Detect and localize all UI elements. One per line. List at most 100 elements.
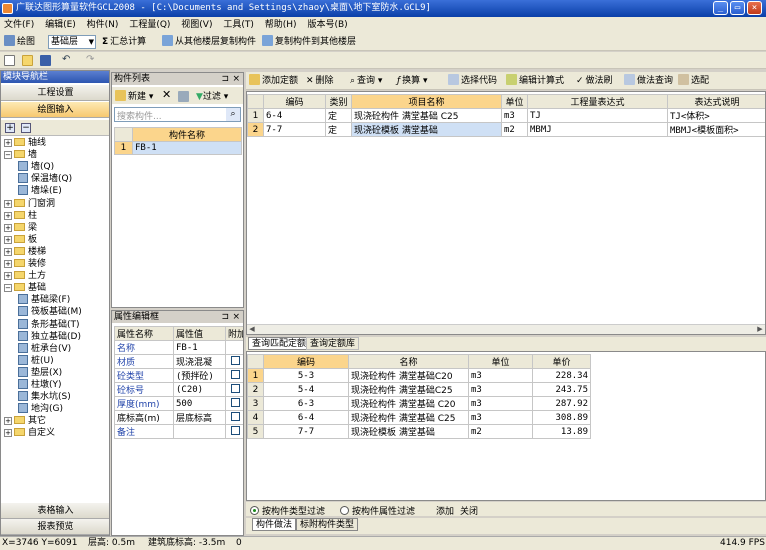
expand-icon[interactable]: +: [4, 272, 12, 281]
scroll-right-icon[interactable]: ▶: [755, 325, 765, 334]
collapse-icon[interactable]: −: [4, 284, 12, 293]
unit-cell[interactable]: m2: [501, 122, 528, 137]
lib-name-cell[interactable]: 现浇砼模板 满堂基础: [348, 424, 469, 439]
pin-icon[interactable]: ⊐: [221, 311, 229, 323]
redo-icon[interactable]: ↷: [86, 54, 94, 65]
expand-icon[interactable]: +: [4, 211, 12, 220]
property-value[interactable]: 层底标高: [173, 410, 226, 425]
tree-folder[interactable]: + 其它: [4, 415, 46, 427]
close-panel-button[interactable]: 关闭: [460, 504, 478, 517]
collapse-all-icon[interactable]: −: [21, 123, 31, 133]
expand-icon[interactable]: +: [4, 235, 12, 244]
property-row[interactable]: 砼标号 (C20): [114, 382, 243, 397]
expand-icon[interactable]: +: [4, 260, 12, 268]
menu-view[interactable]: 视图(V): [177, 17, 216, 33]
delete-button[interactable]: ✕ 删除: [306, 74, 334, 88]
menu-quantity[interactable]: 工程量(Q): [125, 17, 174, 33]
tab-match-quota[interactable]: 查询匹配定额: [248, 337, 311, 350]
tree-folder[interactable]: + 柱: [4, 210, 37, 222]
method-query-button[interactable]: 做法查询: [624, 74, 673, 88]
unit-cell[interactable]: m3: [501, 108, 528, 123]
search-icon[interactable]: ⌕: [226, 108, 240, 121]
collapse-icon[interactable]: −: [4, 151, 12, 160]
expression-cell[interactable]: TJ: [527, 108, 668, 123]
component-name-cell[interactable]: FB-1: [132, 141, 242, 155]
tree-item[interactable]: 独立基础(D): [18, 330, 81, 343]
filter-button[interactable]: ▼过滤 ▾: [196, 89, 228, 102]
add-button[interactable]: 添加: [436, 504, 454, 517]
close-icon[interactable]: ×: [232, 311, 240, 323]
expand-all-icon[interactable]: +: [5, 123, 15, 133]
menu-help[interactable]: 帮助(H): [261, 17, 301, 33]
menu-edit[interactable]: 编辑(E): [41, 17, 80, 33]
pin-icon[interactable]: ⊐: [221, 73, 229, 85]
library-row[interactable]: 5 7-7 现浇砼模板 满堂基础 m2 13.89: [247, 424, 591, 439]
lib-code-cell[interactable]: 7-7: [263, 424, 349, 439]
expand-icon[interactable]: +: [4, 223, 12, 232]
tab-quota-library[interactable]: 查询定额库: [306, 337, 360, 350]
lib-code-cell[interactable]: 5-3: [263, 368, 349, 383]
new-component-button[interactable]: 新建 ▾: [115, 89, 153, 102]
close-icon[interactable]: ×: [232, 73, 240, 85]
copy-from-floor-button[interactable]: 从其他楼层复制构件: [162, 35, 256, 49]
component-search-field[interactable]: 搜索构件... ⌕: [114, 107, 241, 122]
minimize-button[interactable]: _: [713, 1, 728, 15]
tree-item[interactable]: 墙(Q): [18, 161, 54, 173]
attach-checkbox[interactable]: [231, 355, 240, 365]
tree-item[interactable]: 基础梁(F): [18, 294, 70, 306]
draw-button[interactable]: 绘图: [4, 35, 35, 49]
match-button[interactable]: 选配: [678, 74, 709, 88]
draw-input-button[interactable]: 绘图输入: [1, 102, 109, 118]
property-row[interactable]: 底标高(m) 层底标高: [114, 410, 243, 425]
copy-icon[interactable]: [178, 91, 189, 102]
attach-checkbox[interactable]: [231, 411, 240, 421]
library-row[interactable]: 4 6-4 现浇砼构件 满堂基础 C25 m3 308.89: [247, 410, 591, 425]
project-settings-button[interactable]: 工程设置: [1, 85, 109, 101]
property-value[interactable]: 500: [173, 396, 226, 411]
restore-button[interactable]: ▭: [730, 1, 745, 15]
select-code-button[interactable]: 选择代码: [448, 74, 497, 88]
tab-attached-type[interactable]: 标附构件类型: [296, 518, 359, 531]
tab-component-method[interactable]: 构件做法: [252, 518, 297, 531]
quota-row[interactable]: 1 6-4 定 现浇砼构件 满堂基础 C25 m3 TJ TJ<体积>: [247, 108, 765, 123]
attach-checkbox[interactable]: [231, 425, 240, 435]
menu-tools[interactable]: 工具(T): [219, 17, 258, 33]
tree-folder[interactable]: − 墙: [4, 149, 37, 161]
item-name-cell[interactable]: 现浇砼模板 满堂基础: [351, 122, 502, 137]
code-cell[interactable]: 7-7: [263, 122, 326, 137]
category-cell[interactable]: 定: [325, 122, 352, 137]
property-value[interactable]: (C20): [173, 382, 226, 397]
tree-folder[interactable]: + 自定义: [4, 427, 55, 439]
report-preview-button[interactable]: 报表预览: [1, 519, 109, 535]
tree-folder[interactable]: + 板: [4, 234, 37, 246]
category-cell[interactable]: 定: [325, 108, 352, 123]
property-value[interactable]: (预拌砼): [173, 368, 226, 383]
tree-folder[interactable]: + 轴线: [4, 137, 46, 149]
lib-name-cell[interactable]: 现浇砼构件 满堂基础C25: [348, 382, 469, 397]
filter-by-type-radio[interactable]: 按构件类型过滤: [250, 504, 325, 517]
attach-checkbox[interactable]: [231, 369, 240, 379]
open-folder-icon[interactable]: [22, 55, 33, 66]
component-row[interactable]: 1 FB-1: [114, 141, 242, 155]
filter-by-attr-radio[interactable]: 按构件属性过滤: [340, 504, 415, 517]
expand-icon[interactable]: +: [4, 429, 12, 438]
tree-item[interactable]: 保温墙(Q): [18, 173, 72, 185]
tree-folder[interactable]: + 装修: [4, 258, 46, 270]
tree-item[interactable]: 地沟(G): [18, 403, 63, 415]
lib-name-cell[interactable]: 现浇砼构件 满堂基础C20: [348, 368, 469, 383]
property-row[interactable]: 材质 现浇混凝: [114, 354, 243, 369]
tree-item[interactable]: 筏板基础(M): [18, 306, 82, 318]
lib-name-cell[interactable]: 现浇砼构件 满堂基础 C25: [348, 410, 469, 425]
expand-icon[interactable]: +: [4, 199, 12, 208]
expand-icon[interactable]: +: [4, 247, 12, 256]
edit-formula-button[interactable]: 编辑计算式: [506, 74, 564, 88]
menu-version[interactable]: 版本号(B): [303, 17, 351, 33]
horizontal-scrollbar[interactable]: ◀ ▶: [247, 324, 765, 334]
method-brush-button[interactable]: ✓ 做法刷: [576, 74, 613, 88]
table-input-button[interactable]: 表格输入: [1, 503, 109, 519]
tree-folder[interactable]: + 门窗洞: [4, 198, 55, 210]
tree-item[interactable]: 墙垛(E): [18, 185, 62, 197]
library-row[interactable]: 2 5-4 现浇砼构件 满堂基础C25 m3 243.75: [247, 382, 591, 397]
query-button[interactable]: ⌕ 查询 ▾: [350, 74, 382, 88]
tree-item[interactable]: 桩承台(V): [18, 342, 71, 355]
